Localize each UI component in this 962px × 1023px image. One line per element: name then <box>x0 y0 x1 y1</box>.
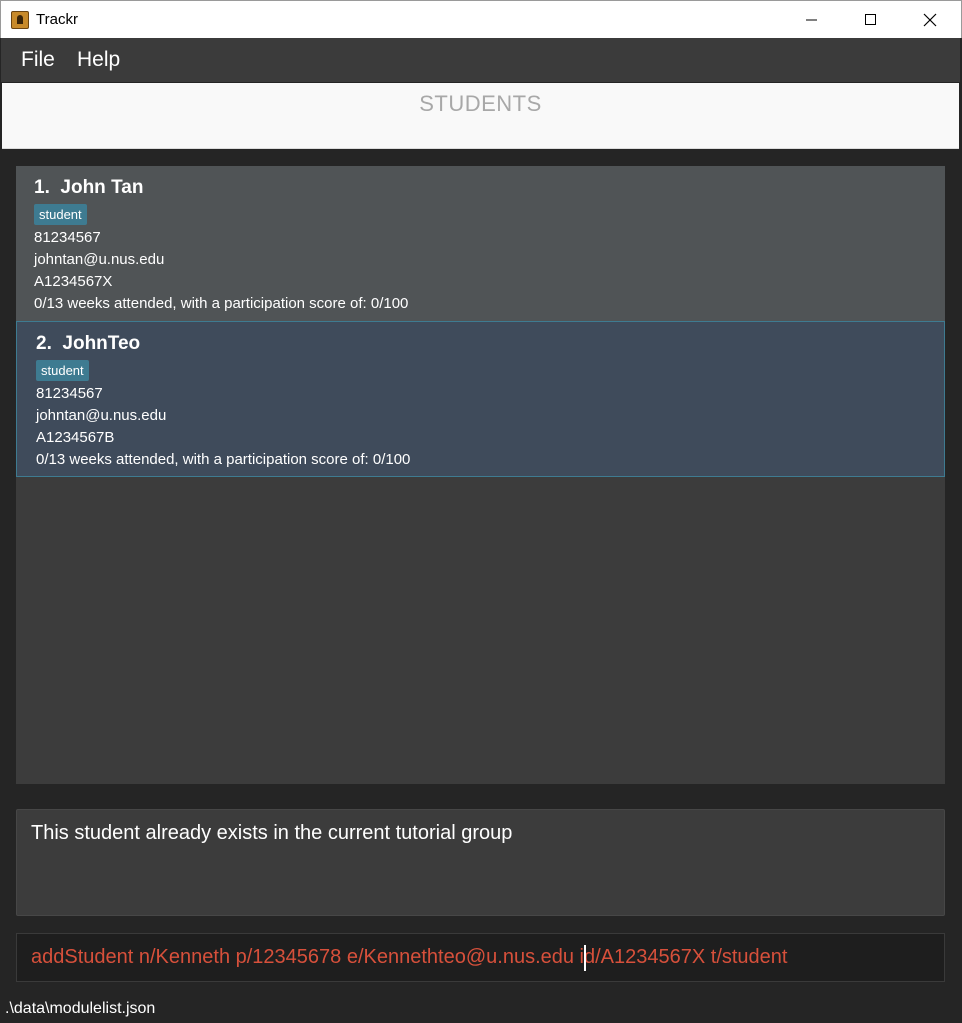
student-email: johntan@u.nus.edu <box>34 251 165 268</box>
close-icon <box>923 13 937 26</box>
window-title: Trackr <box>36 11 78 28</box>
save-file-path: .\data\modulelist.json <box>5 1000 156 1017</box>
minimize-icon <box>806 19 817 20</box>
command-box[interactable] <box>16 933 945 982</box>
status-bar: .\data\modulelist.json <box>0 997 962 1023</box>
student-attendance: 0/13 weeks attended, with a participatio… <box>34 295 409 312</box>
student-id: A1234567X <box>34 273 113 290</box>
student-email: johntan@u.nus.edu <box>36 407 167 424</box>
command-input[interactable] <box>31 946 931 969</box>
student-tag: student <box>36 360 89 381</box>
title-bar: Trackr <box>0 0 962 38</box>
student-phone: 81234567 <box>34 229 101 246</box>
result-message: This student already exists in the curre… <box>31 822 513 844</box>
maximize-icon <box>865 13 876 25</box>
list-header: STUDENTS <box>2 83 959 149</box>
maximize-button[interactable] <box>848 1 894 38</box>
student-id: A1234567B <box>36 429 115 446</box>
student-card-selected[interactable]: 2. JohnTeo student 81234567 johntan@u.nu… <box>16 321 945 477</box>
student-name: 2. JohnTeo <box>36 333 141 354</box>
close-button[interactable] <box>907 1 953 38</box>
page-title: STUDENTS <box>419 91 542 116</box>
menu-help[interactable]: Help <box>77 48 120 72</box>
minimize-button[interactable] <box>789 1 835 38</box>
contact-book-icon <box>11 11 29 29</box>
student-tag: student <box>34 204 87 225</box>
student-card[interactable]: 1. John Tan student 81234567 johntan@u.n… <box>16 166 945 322</box>
student-attendance: 0/13 weeks attended, with a participatio… <box>36 451 411 468</box>
menu-bar: File Help <box>1 38 960 82</box>
student-name: 1. John Tan <box>34 177 144 198</box>
menu-file[interactable]: File <box>21 48 55 72</box>
student-phone: 81234567 <box>36 385 103 402</box>
result-display: This student already exists in the curre… <box>16 809 945 916</box>
text-caret <box>584 945 586 971</box>
student-list[interactable]: 1. John Tan student 81234567 johntan@u.n… <box>16 166 945 784</box>
